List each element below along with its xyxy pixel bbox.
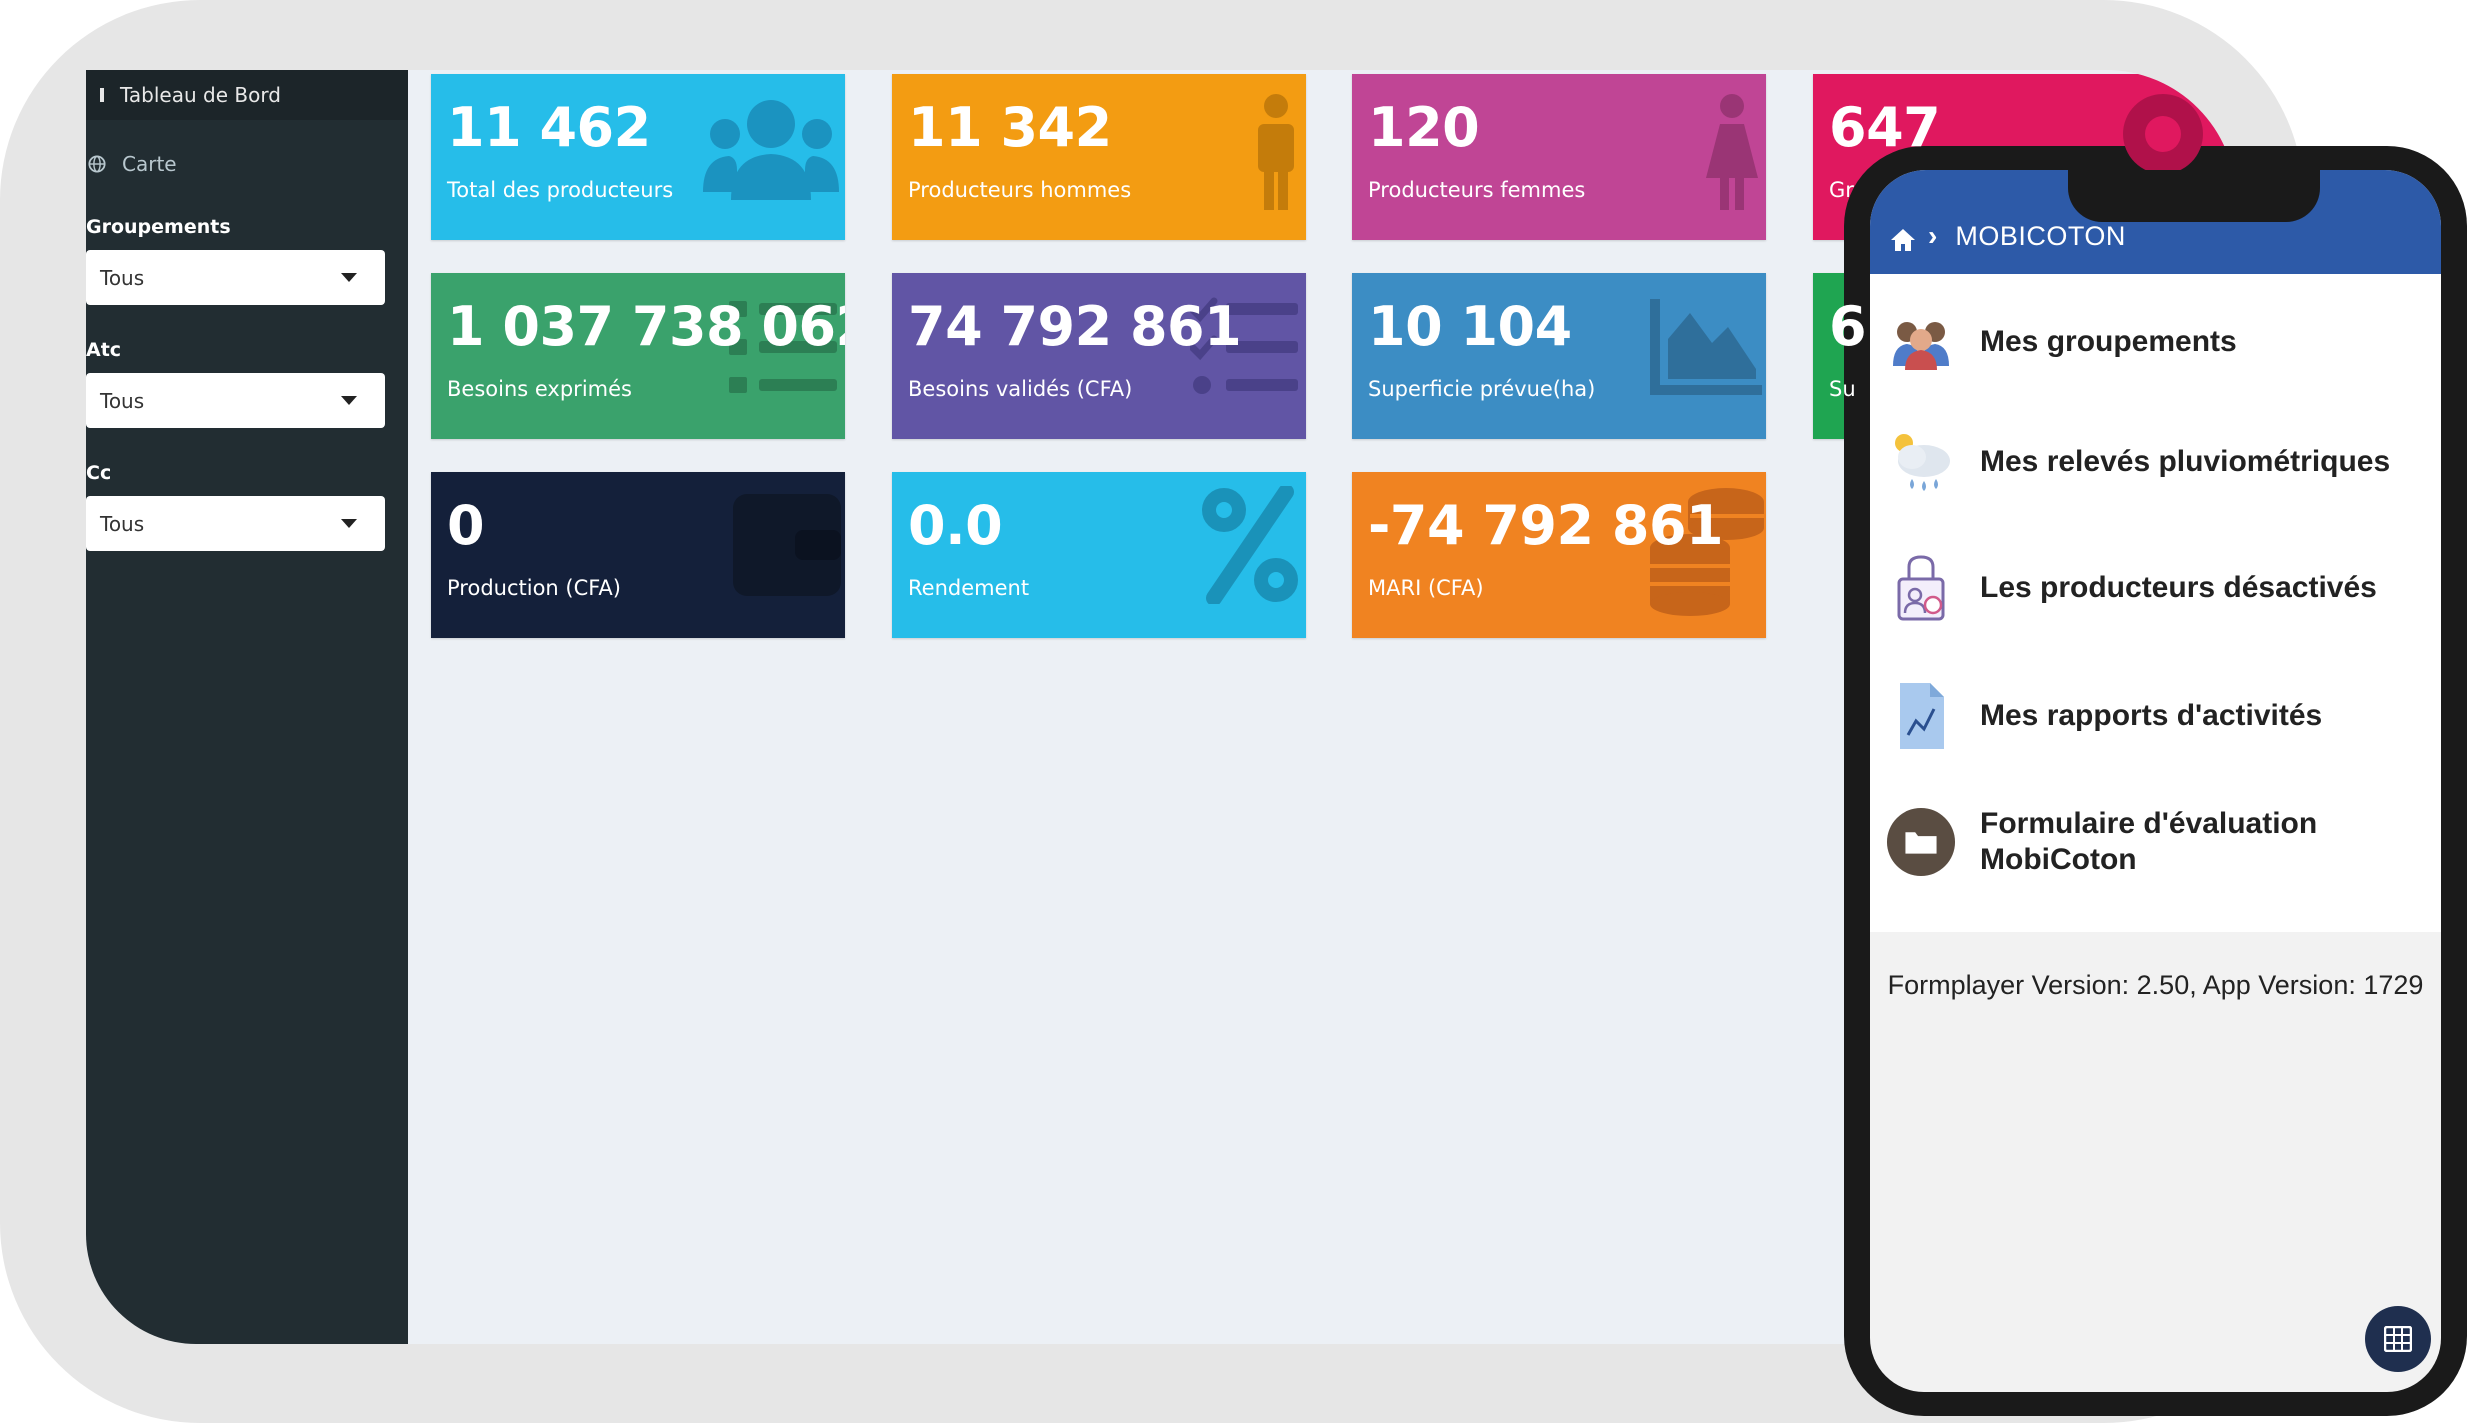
select-value: Tous bbox=[100, 511, 145, 536]
wallet-icon bbox=[733, 494, 841, 596]
filter-atc: Atc Tous bbox=[86, 339, 408, 428]
phone-notch bbox=[2068, 170, 2320, 222]
stat-male-producers: 11 342 Producteurs hommes bbox=[892, 74, 1306, 240]
table-icon bbox=[2384, 1326, 2412, 1352]
users-icon bbox=[703, 100, 839, 200]
filter-cc: Cc Tous bbox=[86, 462, 408, 551]
stat-production: 0 Production (CFA) bbox=[431, 472, 845, 638]
phone-screen: › MOBICOTON Mes groupements Mes relevés … bbox=[1870, 170, 2441, 1392]
chevron-right-icon: › bbox=[1928, 220, 1938, 251]
grid-menu-button[interactable] bbox=[2365, 1306, 2431, 1372]
stat-label: Rendement bbox=[908, 576, 1030, 600]
male-icon bbox=[1258, 94, 1294, 210]
stat-value: 6 bbox=[1829, 295, 1867, 358]
menu-item-label: Formulaire d'évaluation MobiCoton bbox=[1980, 806, 2317, 878]
percent-icon bbox=[1202, 486, 1298, 604]
group-people-icon bbox=[1886, 307, 1956, 377]
app-menu: Mes groupements Mes relevés pluviométriq… bbox=[1870, 274, 2441, 932]
version-text: Formplayer Version: 2.50, App Version: 1… bbox=[1887, 970, 2424, 1000]
stat-value: 10 104 bbox=[1368, 295, 1572, 358]
select-value: Tous bbox=[100, 388, 145, 413]
menu-item-groupements[interactable]: Mes groupements bbox=[1870, 282, 2441, 402]
rain-cloud-icon bbox=[1886, 427, 1956, 497]
select-value: Tous bbox=[100, 265, 145, 290]
menu-item-label-line2: MobiCoton bbox=[1980, 843, 2137, 876]
filter-label: Groupements bbox=[86, 216, 231, 238]
stat-value: 0 bbox=[447, 494, 485, 557]
stat-value: 0.0 bbox=[908, 494, 1003, 557]
dashboard-icon bbox=[100, 88, 104, 102]
stat-yield: 0.0 Rendement bbox=[892, 472, 1306, 638]
filter-label: Atc bbox=[86, 339, 122, 361]
stat-label: Total des producteurs bbox=[447, 178, 674, 202]
stat-area-planned: 10 104 Superficie prévue(ha) bbox=[1352, 273, 1766, 439]
menu-item-producteurs-desactives[interactable]: Les producteurs désactivés bbox=[1870, 528, 2441, 648]
stat-value: 647 bbox=[1829, 96, 1941, 159]
report-chart-icon bbox=[1886, 681, 1956, 751]
stat-mari: -74 792 861 MARI (CFA) bbox=[1352, 472, 1766, 638]
menu-item-pluviometrie[interactable]: Mes relevés pluviométriques bbox=[1870, 402, 2441, 522]
sidebar-item-map[interactable]: Carte bbox=[86, 140, 408, 188]
stat-needs-expressed: 1 037 738 062 Besoins exprimés bbox=[431, 273, 845, 439]
sidebar: Tableau de Bord Carte Groupements Tous A… bbox=[86, 70, 408, 1344]
stat-value: 11 462 bbox=[447, 96, 651, 159]
sidebar-item-label: Carte bbox=[122, 152, 177, 176]
caret-down-icon bbox=[341, 396, 357, 405]
home-icon[interactable] bbox=[1890, 228, 1916, 252]
stat-female-producers: 120 Producteurs femmes bbox=[1352, 74, 1766, 240]
stat-label: Besoins validés (CFA) bbox=[908, 377, 1133, 401]
female-icon bbox=[1706, 94, 1758, 210]
stat-value: 11 342 bbox=[908, 96, 1112, 159]
stat-label: Su bbox=[1829, 377, 1856, 401]
filter-groupements: Groupements Tous bbox=[86, 216, 408, 305]
circle-icon bbox=[2123, 94, 2203, 174]
groupements-select[interactable]: Tous bbox=[86, 250, 385, 305]
area-chart-icon bbox=[1650, 299, 1762, 395]
menu-item-label-line1: Formulaire d'évaluation bbox=[1980, 807, 2318, 840]
lock-user-icon bbox=[1886, 553, 1956, 623]
stat-label: Production (CFA) bbox=[447, 576, 621, 600]
stat-label: Producteurs hommes bbox=[908, 178, 1132, 202]
app-title[interactable]: MOBICOTON bbox=[1955, 221, 2126, 252]
caret-down-icon bbox=[341, 273, 357, 282]
atc-select[interactable]: Tous bbox=[86, 373, 385, 428]
stat-label: Superficie prévue(ha) bbox=[1368, 377, 1596, 401]
stat-value: 74 792 861 bbox=[908, 295, 1242, 358]
folder-icon bbox=[1886, 807, 1956, 877]
filter-label: Cc bbox=[86, 462, 112, 484]
caret-down-icon bbox=[341, 519, 357, 528]
stat-needs-validated: 74 792 861 Besoins validés (CFA) bbox=[892, 273, 1306, 439]
menu-item-label: Mes groupements bbox=[1980, 325, 2237, 358]
menu-item-label: Mes relevés pluviométriques bbox=[1980, 445, 2391, 478]
stat-label: Gr bbox=[1829, 178, 1854, 202]
stat-value: -74 792 861 bbox=[1368, 494, 1724, 557]
menu-item-formulaire-evaluation[interactable]: Formulaire d'évaluation MobiCoton bbox=[1870, 782, 2441, 902]
stat-label: MARI (CFA) bbox=[1368, 576, 1484, 600]
globe-icon bbox=[88, 155, 106, 173]
stat-value: 1 037 738 062 bbox=[447, 295, 845, 358]
cc-select[interactable]: Tous bbox=[86, 496, 385, 551]
screenshot-stage: Tableau de Bord Carte Groupements Tous A… bbox=[0, 0, 2488, 1423]
stat-value: 120 bbox=[1368, 96, 1480, 159]
menu-item-rapports[interactable]: Mes rapports d'activités bbox=[1870, 656, 2441, 776]
menu-item-label: Les producteurs désactivés bbox=[1980, 571, 2377, 604]
menu-item-label: Mes rapports d'activités bbox=[1980, 699, 2323, 732]
stat-label: Producteurs femmes bbox=[1368, 178, 1586, 202]
phone-frame: › MOBICOTON Mes groupements Mes relevés … bbox=[1844, 146, 2467, 1416]
sidebar-item-dashboard[interactable]: Tableau de Bord bbox=[86, 70, 408, 120]
stat-label: Besoins exprimés bbox=[447, 377, 632, 401]
stat-total-producers: 11 462 Total des producteurs bbox=[431, 74, 845, 240]
sidebar-item-label: Tableau de Bord bbox=[120, 83, 281, 107]
